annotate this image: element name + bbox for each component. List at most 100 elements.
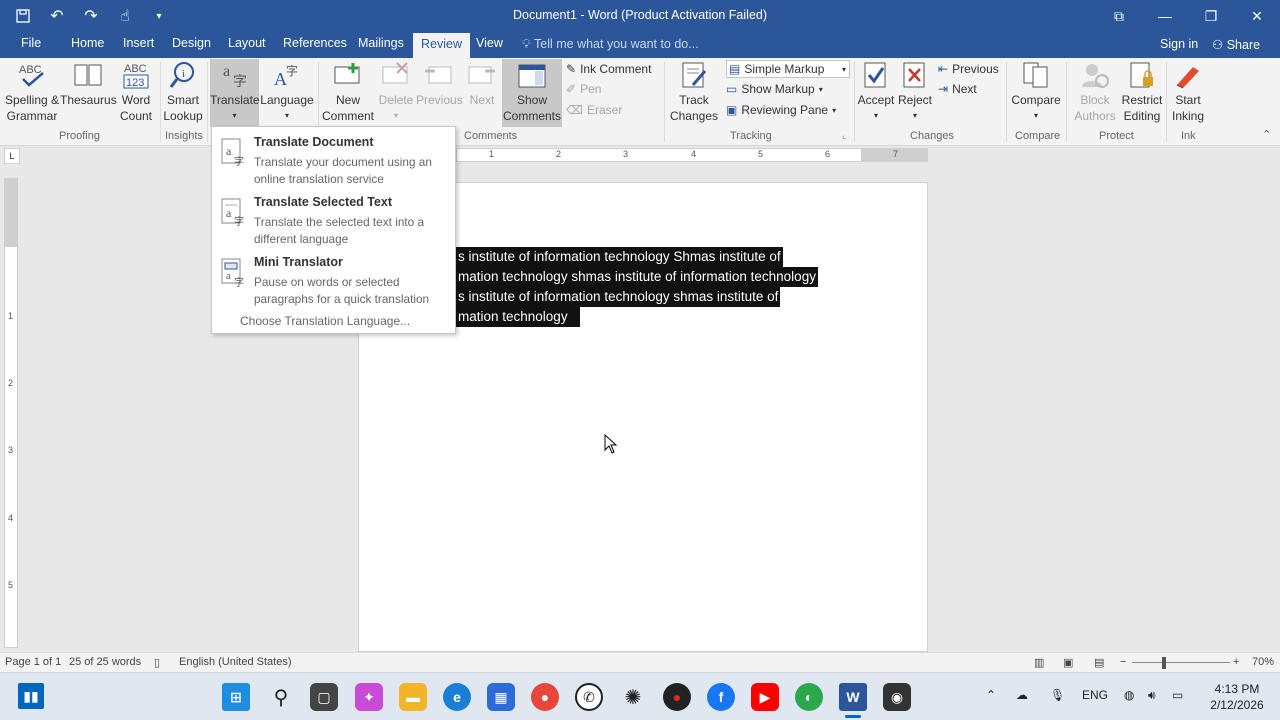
previous-comment-button[interactable]: Previous bbox=[416, 60, 463, 108]
accept-button[interactable]: Accept ▾ bbox=[856, 60, 896, 124]
tab-design[interactable]: Design bbox=[172, 36, 211, 50]
delete-comment-button[interactable]: Delete ▾ bbox=[376, 60, 416, 124]
edge-icon[interactable]: e bbox=[443, 683, 471, 711]
page-count[interactable]: Page 1 of 1 bbox=[5, 656, 61, 668]
zoom-slider-handle[interactable] bbox=[1162, 657, 1166, 669]
text-line[interactable]: mation technology bbox=[456, 307, 580, 327]
spelling-grammar-button[interactable]: ABC Spelling & Grammar bbox=[4, 60, 60, 124]
show-comments-icon bbox=[516, 60, 548, 90]
restore-button[interactable]: ❐ bbox=[1188, 0, 1234, 32]
task-view-icon[interactable]: ▢ bbox=[310, 683, 338, 711]
pen-button[interactable]: ✐ Pen bbox=[566, 80, 601, 98]
collapse-ribbon-icon[interactable]: ⌃ bbox=[1262, 128, 1271, 141]
print-layout-icon[interactable]: ▣ bbox=[1063, 656, 1073, 669]
tab-mailings[interactable]: Mailings bbox=[358, 36, 404, 50]
markup-icon: ▤ bbox=[729, 62, 741, 76]
ink-comment-button[interactable]: ✎ Ink Comment bbox=[566, 60, 651, 78]
text-line[interactable]: s institute of information technology Sh… bbox=[456, 247, 783, 267]
start-inking-button[interactable]: Start Inking bbox=[1168, 60, 1208, 124]
tab-view[interactable]: View bbox=[476, 36, 503, 50]
share-button[interactable]: ⚇ Share bbox=[1212, 37, 1260, 52]
facebook-icon[interactable]: f bbox=[707, 683, 735, 711]
battery-icon[interactable]: ▭ bbox=[1172, 688, 1183, 702]
show-markup-button[interactable]: ▭ Show Markup ▾ bbox=[726, 80, 823, 98]
horizontal-ruler[interactable]: 1 2 3 4 5 6 7 bbox=[456, 148, 928, 162]
sign-in-link[interactable]: Sign in bbox=[1160, 37, 1198, 51]
ribbon-display-options-icon[interactable]: ⧉ bbox=[1096, 0, 1142, 32]
word-app-icon[interactable]: W bbox=[839, 683, 867, 711]
zoom-slider[interactable] bbox=[1132, 662, 1230, 663]
translate-selected-text-item[interactable]: a字 Translate Selected Text Translate the… bbox=[212, 189, 457, 247]
selected-text[interactable]: s institute of information technology Sh… bbox=[456, 247, 832, 327]
block-authors-button[interactable]: Block Authors bbox=[1068, 60, 1122, 124]
translate-document-item[interactable]: a字 Translate Document Translate your doc… bbox=[212, 129, 457, 187]
previous-change-button[interactable]: ⇤ Previous bbox=[938, 60, 999, 78]
microsoft-store-icon[interactable]: ▦ bbox=[487, 683, 515, 711]
input-language[interactable]: ENG bbox=[1082, 688, 1108, 702]
microphone-icon[interactable]: 🎙︎ bbox=[1050, 688, 1065, 702]
next-change-button[interactable]: ⇥ Next bbox=[938, 80, 977, 98]
tab-references[interactable]: References bbox=[283, 36, 347, 50]
word-count[interactable]: 25 of 25 words bbox=[69, 656, 141, 668]
recorder-icon[interactable]: ● bbox=[663, 683, 691, 711]
restrict-editing-button[interactable]: Restrict Editing bbox=[1120, 60, 1164, 124]
display-for-review-select[interactable]: ▤ Simple Markup ▾ bbox=[726, 60, 850, 78]
widgets-icon[interactable]: ▮▮ bbox=[18, 683, 44, 709]
next-comment-button[interactable]: Next bbox=[462, 60, 502, 108]
show-markup-icon: ▭ bbox=[726, 82, 738, 96]
track-changes-button[interactable]: Track Changes bbox=[666, 60, 722, 124]
text-line[interactable]: s institute of information technology sh… bbox=[456, 287, 781, 307]
language-status[interactable]: English (United States) bbox=[179, 656, 292, 668]
read-mode-icon[interactable]: ▥ bbox=[1034, 656, 1044, 669]
copilot-icon[interactable]: ✦ bbox=[355, 683, 383, 711]
system-clock[interactable]: 4:13 PM 2/12/2026 bbox=[1204, 681, 1270, 713]
network-icon[interactable]: ◍ bbox=[1124, 688, 1134, 702]
tracking-dialog-launcher-icon[interactable]: ⌞ bbox=[842, 130, 846, 141]
tab-home[interactable]: Home bbox=[71, 36, 104, 50]
eraser-button[interactable]: ⌫ Eraser bbox=[566, 101, 622, 119]
smart-lookup-button[interactable]: i Smart Lookup bbox=[162, 60, 204, 124]
search-icon[interactable]: ⚲ bbox=[267, 683, 295, 711]
minimize-button[interactable]: — bbox=[1142, 0, 1188, 32]
zoom-level[interactable]: 70% bbox=[1252, 656, 1274, 668]
chatgpt-icon[interactable]: ✺ bbox=[619, 683, 647, 711]
volume-icon[interactable]: 🔊︎ bbox=[1148, 688, 1156, 703]
window-title: Document1 - Word (Product Activation Fai… bbox=[512, 8, 768, 22]
next-comment-icon bbox=[466, 60, 498, 90]
zoom-in-icon[interactable]: + bbox=[1233, 656, 1239, 668]
svg-text:a: a bbox=[226, 144, 232, 158]
mini-translator-item[interactable]: a字 Mini Translator Pause on words or sel… bbox=[212, 249, 457, 307]
text-line[interactable]: mation technology shmas institute of inf… bbox=[456, 267, 818, 287]
tell-me-search[interactable]: 💡︎ Tell me what you want to do... bbox=[522, 37, 699, 52]
word-count-button[interactable]: ABC 123 Word Count bbox=[116, 60, 156, 124]
spelling-icon: ABC bbox=[16, 60, 48, 90]
show-comments-button[interactable]: Show Comments bbox=[502, 60, 562, 124]
tab-review[interactable]: Review bbox=[413, 33, 470, 58]
youtube-icon[interactable]: ▶ bbox=[751, 683, 779, 711]
new-comment-button[interactable]: New Comment bbox=[320, 60, 376, 124]
camera-app-icon[interactable]: ◉ bbox=[883, 683, 911, 711]
proofing-status-icon[interactable]: ▯ bbox=[154, 656, 160, 669]
translate-button[interactable]: a字 Translate ▾ bbox=[210, 60, 260, 124]
chrome-icon[interactable]: ● bbox=[531, 683, 559, 711]
compare-button[interactable]: Compare ▾ bbox=[1008, 60, 1064, 124]
file-explorer-icon[interactable]: ▬ bbox=[399, 683, 427, 711]
whatsapp-icon[interactable]: ✆ bbox=[575, 683, 603, 711]
reject-button[interactable]: Reject ▾ bbox=[896, 60, 934, 124]
tab-selector[interactable]: L bbox=[4, 148, 20, 164]
show-hidden-icons-icon[interactable]: ⌃ bbox=[986, 688, 996, 702]
zoom-out-icon[interactable]: − bbox=[1120, 656, 1126, 668]
web-layout-icon[interactable]: ▤ bbox=[1094, 656, 1104, 669]
choose-translation-language-item[interactable]: Choose Translation Language... bbox=[240, 314, 410, 328]
vertical-ruler[interactable]: 1 2 3 4 5 bbox=[4, 178, 18, 648]
thesaurus-button[interactable]: Thesaurus bbox=[60, 60, 117, 108]
tab-layout[interactable]: Layout bbox=[228, 36, 266, 50]
tab-file[interactable]: File bbox=[21, 36, 41, 50]
tab-insert[interactable]: Insert bbox=[123, 36, 154, 50]
browser-app-icon[interactable]: ◐ bbox=[795, 683, 823, 711]
reviewing-pane-button[interactable]: ▣ Reviewing Pane ▾ bbox=[726, 101, 836, 119]
language-button[interactable]: A字 Language ▾ bbox=[260, 60, 314, 124]
windows-start-icon[interactable]: ⊞ bbox=[222, 683, 250, 711]
close-button[interactable]: ✕ bbox=[1234, 0, 1280, 32]
cloud-offline-icon[interactable]: ☁ bbox=[1016, 688, 1028, 702]
